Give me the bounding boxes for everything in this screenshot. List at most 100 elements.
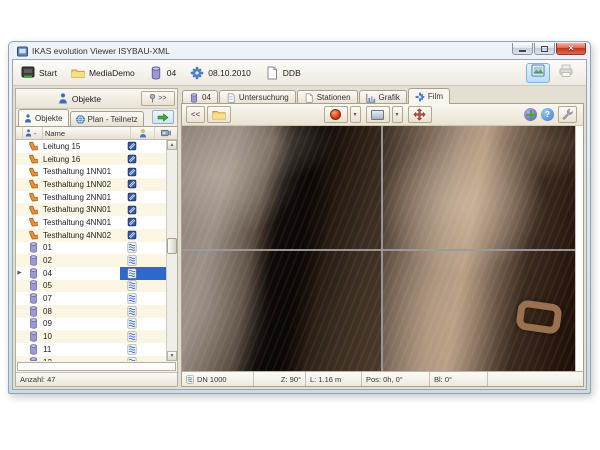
pan-control-button[interactable] (408, 106, 432, 123)
record-button[interactable] (324, 106, 348, 123)
toolbar-item-start[interactable]: Start (21, 66, 57, 80)
inspector-column-header[interactable] (131, 127, 155, 139)
position-value: Pos: 0h, 0° (362, 372, 430, 386)
object-name: 09 (43, 319, 120, 328)
list-item[interactable]: Leitung 15 (16, 140, 166, 153)
tab-grafik[interactable]: Grafik (359, 90, 407, 104)
film-panel: << ▾ ▾ (181, 103, 584, 387)
video-area[interactable] (182, 126, 575, 371)
person-blue-icon (58, 93, 68, 104)
titlebar[interactable]: IKAS evolution Viewer ISYBAU-XML × (12, 42, 587, 59)
image-viewer-button[interactable] (526, 63, 550, 83)
minimize-button[interactable] (512, 43, 533, 55)
tab-objekte[interactable]: Objekte (18, 109, 69, 126)
position-target-icon[interactable] (524, 108, 537, 121)
pipe-icon (23, 205, 43, 215)
pipe-icon (23, 217, 43, 227)
list-item[interactable]: 05 (16, 280, 166, 293)
list-item[interactable]: 08 (16, 305, 166, 318)
autohide-button[interactable]: >> (141, 91, 175, 106)
list-item[interactable]: Testhaltung 1NN02 (16, 178, 166, 191)
list-item[interactable]: Testhaltung 3NN01 (16, 203, 166, 216)
list-item[interactable]: ▶04 (16, 267, 166, 280)
media-doc-icon (120, 255, 144, 266)
list-item[interactable]: 02 (16, 254, 166, 267)
person-blue-icon (24, 114, 32, 123)
tab-04[interactable]: 04 (182, 90, 218, 104)
desktop: IKAS evolution Viewer ISYBAU-XML × Start (0, 0, 600, 450)
object-name: 12 (43, 358, 120, 361)
object-name: Testhaltung 3NN01 (43, 205, 120, 214)
list-item[interactable]: Leitung 16 (16, 153, 166, 166)
globe-icon (76, 115, 85, 124)
list-item[interactable]: 11 (16, 343, 166, 356)
record-dropdown[interactable]: ▾ (350, 106, 361, 123)
toolbar-item-ddb[interactable]: DDB (265, 66, 301, 80)
tab-untersuchung[interactable]: Untersuchung (219, 90, 296, 104)
object-name: Testhaltung 4NN02 (43, 231, 120, 240)
marker-column-header (16, 127, 23, 139)
shaft-icon (189, 93, 199, 103)
list-item[interactable]: 12 (16, 356, 166, 361)
list-item[interactable]: Testhaltung 4NN02 (16, 229, 166, 242)
list-item[interactable]: Testhaltung 1NN01 (16, 165, 166, 178)
main-panel: 04 Untersuchung Stationen Grafik (181, 88, 584, 387)
toolbar-item-date[interactable]: 08.10.2010 (190, 66, 251, 80)
list-item[interactable]: 01 (16, 242, 166, 255)
media-doc-icon (120, 179, 144, 189)
table-header: - Name (16, 127, 177, 140)
pipe-icon (23, 230, 43, 240)
camera-cell (144, 267, 166, 280)
pipe-dimension: DN 1000 (182, 372, 254, 386)
scroll-down-icon[interactable]: ▼ (167, 351, 177, 361)
filter-row[interactable] (17, 362, 176, 371)
display-dropdown[interactable]: ▾ (392, 106, 403, 123)
length-value: L: 1.16 m (306, 372, 362, 386)
shaft-icon (23, 255, 43, 266)
object-list: Leitung 15Leitung 16Testhaltung 1NN01 Tes… (16, 140, 166, 361)
tab-stationen[interactable]: Stationen (297, 90, 358, 104)
name-column-header[interactable]: Name (43, 127, 131, 139)
object-table: - Name (16, 126, 177, 386)
sidebar-statusbar: Anzahl: 47 (16, 372, 177, 386)
close-button[interactable]: × (556, 43, 586, 55)
maximize-button[interactable] (534, 43, 555, 55)
toolbar-item-mediademo[interactable]: MediaDemo (71, 66, 135, 80)
media-column-header[interactable] (155, 127, 177, 139)
media-doc-icon (120, 217, 144, 227)
media-doc-icon (120, 318, 144, 329)
list-item[interactable]: 10 (16, 330, 166, 343)
toolbar-item-shaft[interactable]: 04 (149, 66, 176, 80)
pipe-icon (23, 179, 43, 189)
settings-button[interactable] (558, 106, 577, 123)
list-item[interactable]: Testhaltung 2NN01 (16, 191, 166, 204)
angle-value: Bl: 0° (430, 372, 488, 386)
shaft-icon (23, 318, 43, 329)
scrollbar-thumb[interactable] (167, 238, 177, 254)
tab-film[interactable]: Film (408, 88, 450, 104)
video-region (182, 126, 583, 371)
type-column-header[interactable]: - (23, 127, 43, 139)
object-name: Testhaltung 1NN01 (43, 167, 120, 176)
scrollbar-track[interactable] (167, 150, 177, 351)
tab-plan-teilnetz[interactable]: Plan - Teilnetz (70, 111, 144, 126)
list-item[interactable]: 07 (16, 292, 166, 305)
media-doc-icon (120, 242, 144, 253)
media-doc-icon (120, 230, 144, 240)
person-yellow-icon (139, 129, 147, 138)
help-icon[interactable]: ? (541, 108, 554, 121)
apply-filter-button[interactable] (152, 110, 174, 124)
list-scrollbar[interactable]: ▲ ▼ (166, 140, 177, 361)
collapse-button[interactable]: << (186, 106, 205, 123)
scroll-up-icon[interactable]: ▲ (167, 140, 177, 150)
shaft-icon (23, 344, 43, 355)
print-button[interactable] (554, 63, 578, 83)
media-doc-icon (120, 280, 144, 291)
list-item[interactable]: Testhaltung 4NN01 (16, 216, 166, 229)
pipe-icon (23, 154, 43, 164)
list-item[interactable]: 09 (16, 318, 166, 331)
open-media-button[interactable] (207, 106, 231, 123)
display-mode-button[interactable] (366, 106, 390, 123)
main-tabs: 04 Untersuchung Stationen Grafik (181, 88, 584, 104)
person-blue-icon (25, 129, 32, 137)
